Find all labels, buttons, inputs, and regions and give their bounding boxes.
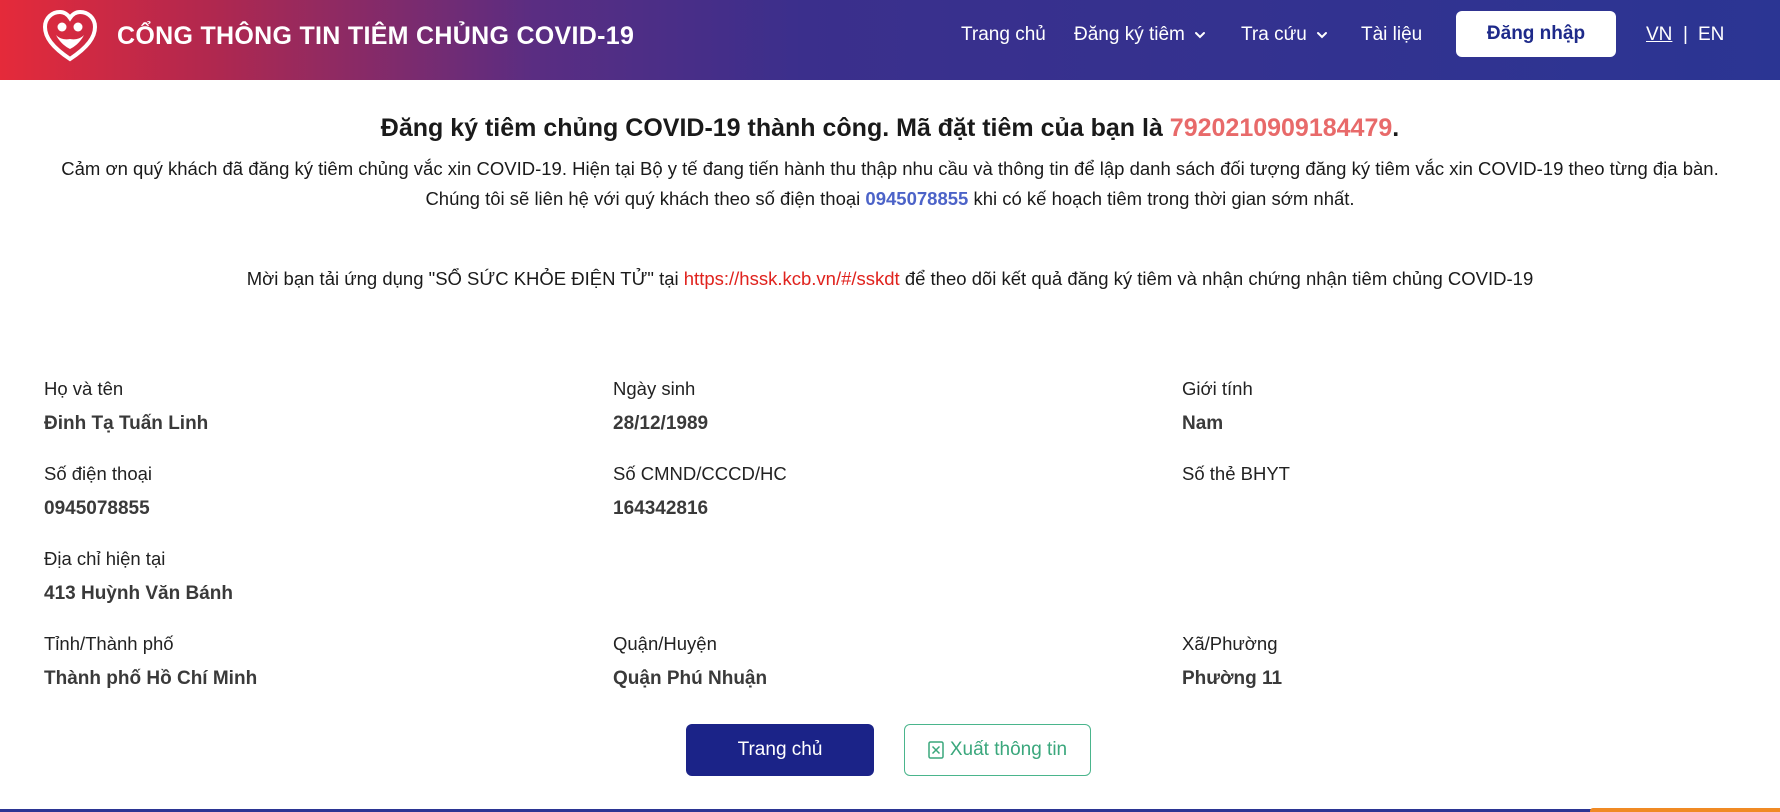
heart-people-logo-icon[interactable] [42, 9, 98, 65]
site-title[interactable]: CỔNG THÔNG TIN TIÊM CHỦNG COVID-19 [117, 22, 634, 51]
excel-file-icon [928, 741, 944, 759]
export-info-button[interactable]: Xuất thông tin [904, 724, 1091, 776]
contact-message-end: khi có kế hoạch tiêm trong thời gian sớm… [968, 188, 1355, 209]
address-label: Địa chỉ hiện tại [44, 548, 166, 569]
lang-vn-link[interactable]: VN [1646, 24, 1672, 46]
gender-label: Giới tính [1182, 378, 1253, 399]
ward-value: Phường 11 [1182, 668, 1283, 689]
nav-docs-label: Tài liệu [1361, 24, 1423, 45]
contact-message-text: Chúng tôi sẽ liên hệ với quý khách theo … [425, 188, 866, 209]
sskdt-link[interactable]: https://hssk.kcb.vn/#/sskdt [684, 268, 900, 289]
lang-separator: | [1683, 24, 1688, 45]
dob-value: 28/12/1989 [613, 413, 709, 434]
home-button[interactable]: Trang chủ [686, 724, 874, 776]
app-download-message: Mời bạn tải ứng dụng "SỔ SỨC KHỎE ĐIỆN T… [0, 268, 1780, 290]
nav-docs[interactable]: Tài liệu [1361, 24, 1422, 46]
booking-code: 7920210909184479 [1169, 114, 1393, 142]
id-number-value: 164342816 [613, 498, 709, 519]
footer-accent [1590, 808, 1780, 812]
success-title-text: Đăng ký tiêm chủng COVID-19 thành công. … [380, 114, 1170, 142]
contact-phone: 0945078855 [865, 188, 969, 209]
address-value: 413 Huỳnh Văn Bánh [44, 583, 233, 604]
chevron-down-icon [1194, 32, 1205, 39]
export-info-label: Xuất thông tin [949, 739, 1068, 760]
nav-register-dropdown[interactable]: Đăng ký tiêm [1074, 24, 1206, 46]
contact-message: Chúng tôi sẽ liên hệ với quý khách theo … [0, 188, 1780, 210]
nav-home-label: Trang chủ [961, 24, 1046, 45]
app-message-end: để theo dõi kết quả đăng ký tiêm và nhận… [899, 268, 1534, 289]
district-value: Quận Phú Nhuận [613, 668, 768, 689]
ward-label: Xã/Phường [1182, 633, 1278, 654]
nav-home[interactable]: Trang chủ [961, 24, 1046, 46]
nav-register-label: Đăng ký tiêm [1074, 24, 1185, 45]
login-button[interactable]: Đăng nhập [1456, 11, 1616, 57]
id-number-label: Số CMND/CCCD/HC [613, 463, 787, 484]
insurance-label: Số thẻ BHYT [1182, 463, 1290, 484]
gender-value: Nam [1182, 413, 1224, 434]
chevron-down-icon [1316, 32, 1327, 39]
phone-value: 0945078855 [44, 498, 150, 519]
province-label: Tỉnh/Thành phố [44, 633, 174, 654]
name-label: Họ và tên [44, 378, 124, 399]
phone-label: Số điện thoại [44, 463, 153, 484]
app-message-text: Mời bạn tải ứng dụng "SỔ SỨC KHỎE ĐIỆN T… [246, 268, 684, 289]
thank-you-message: Cảm ơn quý khách đã đăng ký tiêm chủng v… [61, 158, 1719, 179]
success-title-end: . [1392, 114, 1400, 142]
top-header: CỔNG THÔNG TIN TIÊM CHỦNG COVID-19 Trang… [0, 0, 1780, 80]
dob-label: Ngày sinh [613, 378, 696, 399]
nav-lookup-dropdown[interactable]: Tra cứu [1241, 24, 1328, 46]
lang-en-link[interactable]: EN [1698, 24, 1724, 46]
district-label: Quận/Huyện [613, 633, 717, 654]
name-value: Đinh Tạ Tuấn Linh [44, 413, 209, 434]
province-value: Thành phố Hồ Chí Minh [44, 668, 258, 689]
nav-lookup-label: Tra cứu [1241, 24, 1307, 45]
success-title: Đăng ký tiêm chủng COVID-19 thành công. … [0, 114, 1780, 143]
